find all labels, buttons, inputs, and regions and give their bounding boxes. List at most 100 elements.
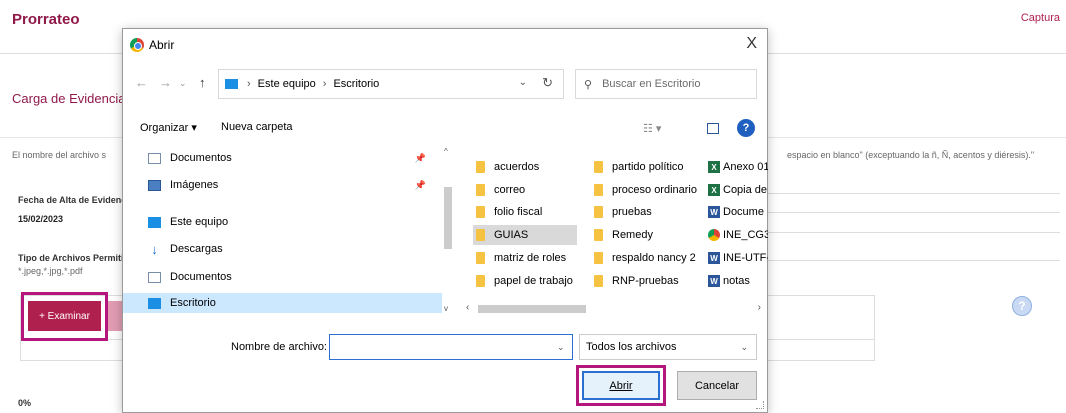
- word-icon: W: [708, 252, 720, 264]
- dialog-title: Abrir: [149, 38, 175, 52]
- fecha-label: Fecha de Alta de Evidenc: [18, 195, 127, 205]
- file-name: Copia de: [723, 184, 768, 196]
- preview-pane-icon[interactable]: [707, 123, 719, 134]
- folder-icon: [476, 252, 485, 264]
- file-name: proceso ordinario: [612, 184, 697, 196]
- recent-chevron-icon[interactable]: ⌄: [179, 78, 187, 89]
- filename-input[interactable]: [329, 334, 573, 360]
- folder-icon: [476, 229, 485, 241]
- file-name: partido político: [612, 161, 684, 173]
- breadcrumb-escritorio[interactable]: Escritorio: [333, 78, 379, 90]
- file-item-selected[interactable]: GUIAS: [473, 225, 577, 245]
- file-item[interactable]: W Docume: [708, 202, 764, 222]
- folder-icon: [594, 161, 603, 173]
- field-line: [767, 260, 1060, 261]
- file-item[interactable]: INE_CG3: [708, 225, 768, 245]
- chrome-icon: [130, 38, 144, 52]
- progress-percent: 0%: [18, 398, 32, 408]
- pin-icon[interactable]: 📌: [415, 153, 426, 164]
- file-item[interactable]: matriz de roles: [476, 248, 566, 268]
- file-item[interactable]: respaldo nancy 2: [594, 248, 696, 268]
- folder-icon: [594, 252, 603, 264]
- filename-label: Nombre de archivo:: [231, 341, 327, 353]
- file-item[interactable]: correo: [476, 180, 525, 200]
- upload-button[interactable]: [108, 301, 122, 331]
- file-name: papel de trabajo: [494, 275, 573, 287]
- file-list-scrollbar[interactable]: ‹ ›: [462, 302, 767, 316]
- scrollbar-thumb[interactable]: [444, 187, 452, 249]
- cancel-button[interactable]: Cancelar: [677, 371, 757, 400]
- file-name: Anexo 01: [723, 161, 768, 173]
- scrollbar-thumb[interactable]: [478, 305, 586, 313]
- file-item[interactable]: acuerdos: [476, 157, 539, 177]
- file-name: Docume: [723, 206, 764, 218]
- refresh-icon[interactable]: ↻: [542, 75, 553, 91]
- organize-menu[interactable]: Organizar ▾: [140, 121, 197, 134]
- file-item[interactable]: Remedy: [594, 225, 653, 245]
- nav-item-label: Imágenes: [170, 179, 219, 191]
- address-bar[interactable]: › Este equipo › Escritorio ⌄ ↻: [218, 69, 564, 99]
- chevron-right-icon: ›: [322, 78, 327, 90]
- folder-icon: [476, 161, 485, 173]
- nav-item-imagenes[interactable]: Imágenes 📌: [148, 175, 438, 195]
- nav-item-este-equipo[interactable]: Este equipo: [148, 212, 438, 232]
- nav-item-label: Escritorio: [170, 297, 216, 309]
- file-item[interactable]: papel de trabajo: [476, 271, 573, 291]
- file-item[interactable]: partido político: [594, 157, 684, 177]
- nav-scrollbar[interactable]: ^ v: [442, 147, 454, 315]
- resize-grip[interactable]: [756, 401, 764, 409]
- help-icon[interactable]: ?: [737, 119, 755, 137]
- word-icon: W: [708, 206, 720, 218]
- pin-icon[interactable]: 📌: [415, 180, 426, 191]
- chevron-down-icon[interactable]: ⌄: [557, 342, 565, 353]
- forward-arrow-icon[interactable]: →: [159, 75, 172, 90]
- file-item[interactable]: X Anexo 01: [708, 157, 768, 177]
- scroll-down-icon[interactable]: v: [444, 304, 448, 313]
- field-line: [767, 193, 1060, 194]
- file-name: matriz de roles: [494, 252, 567, 264]
- download-icon: ↓: [151, 241, 158, 257]
- file-name: Remedy: [612, 229, 653, 241]
- file-list: acuerdos correo folio fiscal GUIAS matri…: [468, 151, 768, 301]
- file-name: correo: [494, 184, 526, 196]
- search-input[interactable]: ⚲ Buscar en Escritorio: [575, 69, 757, 99]
- nav-item-label: Este equipo: [170, 216, 229, 228]
- captura-link[interactable]: Captura: [1021, 12, 1060, 24]
- examinar-button[interactable]: + Examinar: [28, 301, 101, 331]
- close-button[interactable]: X: [746, 35, 757, 53]
- nav-item-descargas[interactable]: ↓ Descargas: [148, 239, 438, 259]
- back-arrow-icon[interactable]: ←: [135, 75, 148, 90]
- up-arrow-icon[interactable]: ↑: [199, 75, 206, 90]
- file-item[interactable]: RNP-pruebas: [594, 271, 679, 291]
- scroll-right-icon[interactable]: ›: [758, 302, 761, 313]
- file-name: folio fiscal: [494, 206, 543, 218]
- file-item[interactable]: proceso ordinario: [594, 180, 697, 200]
- nav-item-escritorio[interactable]: Escritorio: [123, 293, 442, 313]
- file-item[interactable]: W INE-UTF-: [708, 248, 768, 268]
- navigation-pane: Documentos 📌 Imágenes 📌 Este equipo ↓ De…: [123, 147, 455, 315]
- file-name: INE-UTF-: [723, 252, 768, 264]
- chevron-right-icon: ›: [247, 78, 251, 90]
- breadcrumb-este-equipo[interactable]: Este equipo: [258, 78, 316, 90]
- open-file-dialog: Abrir X ← → ⌄ ↑ › Este equipo › Escritor…: [122, 28, 768, 413]
- pictures-icon: [148, 179, 161, 191]
- scroll-up-icon[interactable]: ^: [444, 147, 448, 156]
- nav-item-documentos-pinned[interactable]: Documentos 📌: [148, 148, 438, 168]
- chevron-down-icon[interactable]: ⌄: [519, 77, 527, 88]
- field-line: [767, 232, 1060, 233]
- file-item[interactable]: Wnotas: [708, 271, 750, 291]
- pc-icon: [225, 79, 238, 89]
- view-options-icon[interactable]: ☷ ▾: [643, 122, 661, 135]
- file-type-select[interactable]: Todos los archivos ⌄: [579, 334, 757, 360]
- help-icon[interactable]: ?: [1012, 296, 1032, 316]
- new-folder-button[interactable]: Nueva carpeta: [221, 121, 293, 133]
- nav-item-documentos[interactable]: Documentos: [148, 267, 438, 287]
- file-item[interactable]: pruebas: [594, 202, 652, 222]
- file-item[interactable]: X Copia de: [708, 180, 767, 200]
- scroll-left-icon[interactable]: ‹: [466, 302, 469, 313]
- file-name: INE_CG3: [723, 229, 768, 241]
- document-icon: [148, 271, 161, 283]
- chevron-down-icon: ⌄: [740, 341, 748, 352]
- open-button[interactable]: Abrir: [582, 371, 660, 400]
- file-item[interactable]: folio fiscal: [476, 202, 542, 222]
